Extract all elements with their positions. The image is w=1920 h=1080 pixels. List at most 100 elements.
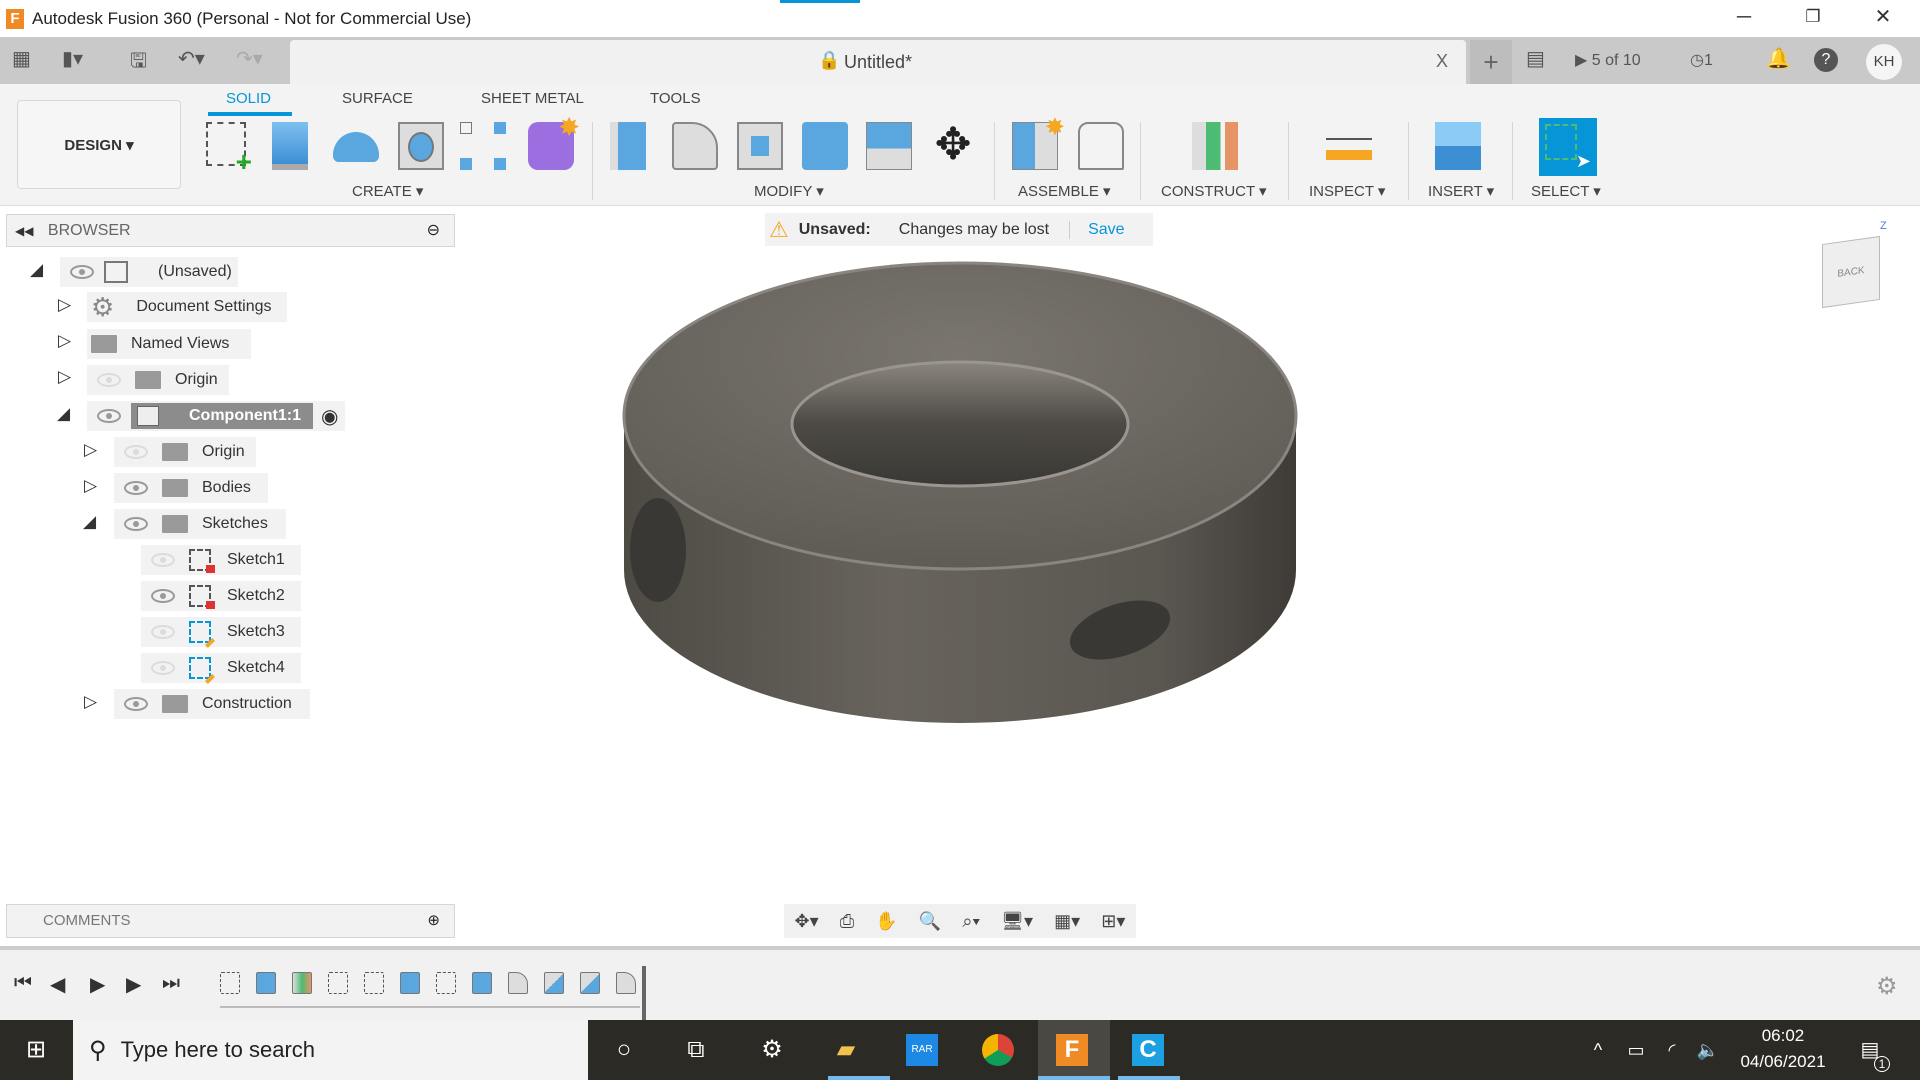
clock[interactable]: 06:02 04/06/2021 [1728,1026,1838,1072]
rectangular-pattern-icon[interactable] [460,122,506,170]
expand-arrow-icon[interactable]: ▷ [84,476,97,496]
tree-item-sketch2[interactable]: Sketch2 [141,581,301,611]
grid-icon[interactable]: ▦▾ [1054,911,1080,932]
tab-surface[interactable]: SURFACE [342,90,413,107]
expand-arrow-icon[interactable]: ▷ [84,440,97,460]
create-menu[interactable]: CREATE ▾ [352,182,423,200]
play-icon[interactable]: ▶ [90,972,105,997]
wifi-icon[interactable]: ◜ [1656,1034,1688,1066]
restore-button[interactable]: ❐ [1783,0,1843,37]
eye-icon[interactable] [70,265,94,279]
eye-hidden-icon[interactable] [151,625,175,639]
timeline-chamfer-icon[interactable] [544,972,564,994]
eye-hidden-icon[interactable] [151,553,175,567]
eye-icon[interactable] [124,697,148,711]
eye-icon[interactable] [97,409,121,423]
close-tab-button[interactable]: X [1436,51,1448,72]
task-view-icon[interactable]: ⧉ [680,1034,712,1066]
minimize-button[interactable]: ─ [1714,0,1774,37]
jobs-status[interactable]: ▶ 5 of 10 [1575,50,1641,70]
job-status[interactable]: ◷1 [1690,50,1713,70]
timeline-sketch-icon[interactable] [364,972,384,994]
tree-item-construction[interactable]: Construction [114,689,310,719]
expand-arrow-icon[interactable]: ▷ [58,367,71,387]
cortana-icon[interactable]: ○ [608,1034,640,1066]
new-tab-button[interactable]: + [1470,40,1512,84]
go-to-end-icon[interactable]: ⏭ [162,972,180,995]
comments-icon[interactable]: ▤ [1526,46,1545,71]
workspace-design-button[interactable]: DESIGN ▾ [17,100,181,189]
zoom-icon[interactable]: 🔍 [919,911,941,932]
hole-icon[interactable] [398,122,444,170]
collapse-browser-icon[interactable]: ◀◀ [15,224,33,238]
insert-menu[interactable]: INSERT ▾ [1428,182,1494,200]
tree-item-root[interactable]: (Unsaved) [60,257,238,287]
collapse-arrow-icon[interactable]: ◢ [57,404,70,424]
offset-plane-icon[interactable] [1192,122,1238,170]
bell-icon[interactable]: 🔔 [1766,46,1791,71]
fusion-360-taskbar-icon[interactable]: F [1056,1034,1088,1066]
save-icon[interactable]: 🖫 [130,46,147,80]
tab-tools[interactable]: TOOLS [650,90,701,107]
move-icon[interactable]: ✥ [930,122,976,170]
new-component-icon[interactable]: ✸ [1012,114,1065,170]
eye-icon[interactable] [124,517,148,531]
help-icon[interactable]: ? [1814,48,1838,72]
taskbar-search[interactable]: ⚲ Type here to search [73,1020,588,1080]
timeline-marker[interactable] [642,966,646,1024]
browser-panel-header[interactable]: ◀◀ BROWSER ⊖ [6,214,455,247]
timeline-sketch-icon[interactable] [220,972,240,994]
file-explorer-icon[interactable]: ▰ [830,1034,862,1066]
volume-icon[interactable]: 🔈 [1692,1034,1724,1066]
timeline-extrude-icon[interactable] [256,972,276,994]
apps-grid-icon[interactable]: ▦ [12,46,31,71]
close-button[interactable]: ✕ [1853,0,1913,37]
chrome-icon[interactable] [982,1034,1014,1066]
user-avatar[interactable]: KH [1866,44,1902,80]
tree-item-component[interactable]: Component1:1 ◉ [87,401,345,431]
display-settings-icon[interactable]: 🖥▾ [1001,911,1033,932]
create-sketch-icon[interactable]: + [206,122,252,176]
timeline-chamfer-icon[interactable] [580,972,600,994]
expand-arrow-icon[interactable]: ▷ [58,331,71,351]
timeline-fillet-icon[interactable] [508,972,528,994]
inspect-menu[interactable]: INSPECT ▾ [1309,182,1385,200]
look-at-icon[interactable]: ⎙ [840,911,854,932]
expand-arrow-icon[interactable]: ▷ [84,692,97,712]
tree-item-origin[interactable]: Origin [87,365,229,395]
tree-item-sketches[interactable]: Sketches [114,509,286,539]
combine-icon[interactable] [802,122,848,170]
select-menu[interactable]: SELECT ▾ [1531,182,1601,200]
timeline-settings-gear-icon[interactable]: ⚙ [1876,972,1898,1001]
eye-icon[interactable] [124,481,148,495]
winrar-icon[interactable]: RAR [906,1034,938,1066]
tab-solid[interactable]: SOLID [226,90,271,107]
step-forward-icon[interactable]: ▶ [126,972,141,997]
joint-icon[interactable] [1078,122,1124,170]
modify-menu[interactable]: MODIFY ▾ [754,182,824,200]
timeline-sketch-icon[interactable] [328,972,348,994]
viewports-icon[interactable]: ⊞▾ [1101,911,1125,932]
extrude-icon[interactable] [272,122,308,170]
viewport-model[interactable] [600,250,1320,740]
file-menu-icon[interactable]: ▮▾ [62,46,83,71]
tree-item-bodies[interactable]: Bodies [114,473,268,503]
expand-arrow-icon[interactable]: ▷ [58,295,71,315]
split-body-icon[interactable] [866,122,912,170]
eye-hidden-icon[interactable] [97,373,121,387]
redo-icon[interactable]: ↷▾ [236,46,263,71]
settings-gear-icon[interactable]: ⚙ [756,1034,788,1066]
tab-sheet-metal[interactable]: SHEET METAL [481,90,584,107]
tree-item-named-views[interactable]: Named Views [87,329,251,359]
add-comment-icon[interactable]: ⊕ [427,905,440,937]
eye-icon[interactable] [151,589,175,603]
cura-icon[interactable]: C [1132,1034,1164,1066]
collapse-arrow-icon[interactable]: ◢ [83,512,96,532]
tree-item-sketch3[interactable]: Sketch3 [141,617,301,648]
collapse-arrow-icon[interactable]: ◢ [30,260,43,280]
pan-icon[interactable]: ✋ [875,911,897,932]
press-pull-icon[interactable] [610,122,646,170]
timeline-plane-icon[interactable] [292,972,312,994]
fit-icon[interactable]: ⌕▾ [962,911,980,932]
measure-icon[interactable] [1326,138,1372,160]
